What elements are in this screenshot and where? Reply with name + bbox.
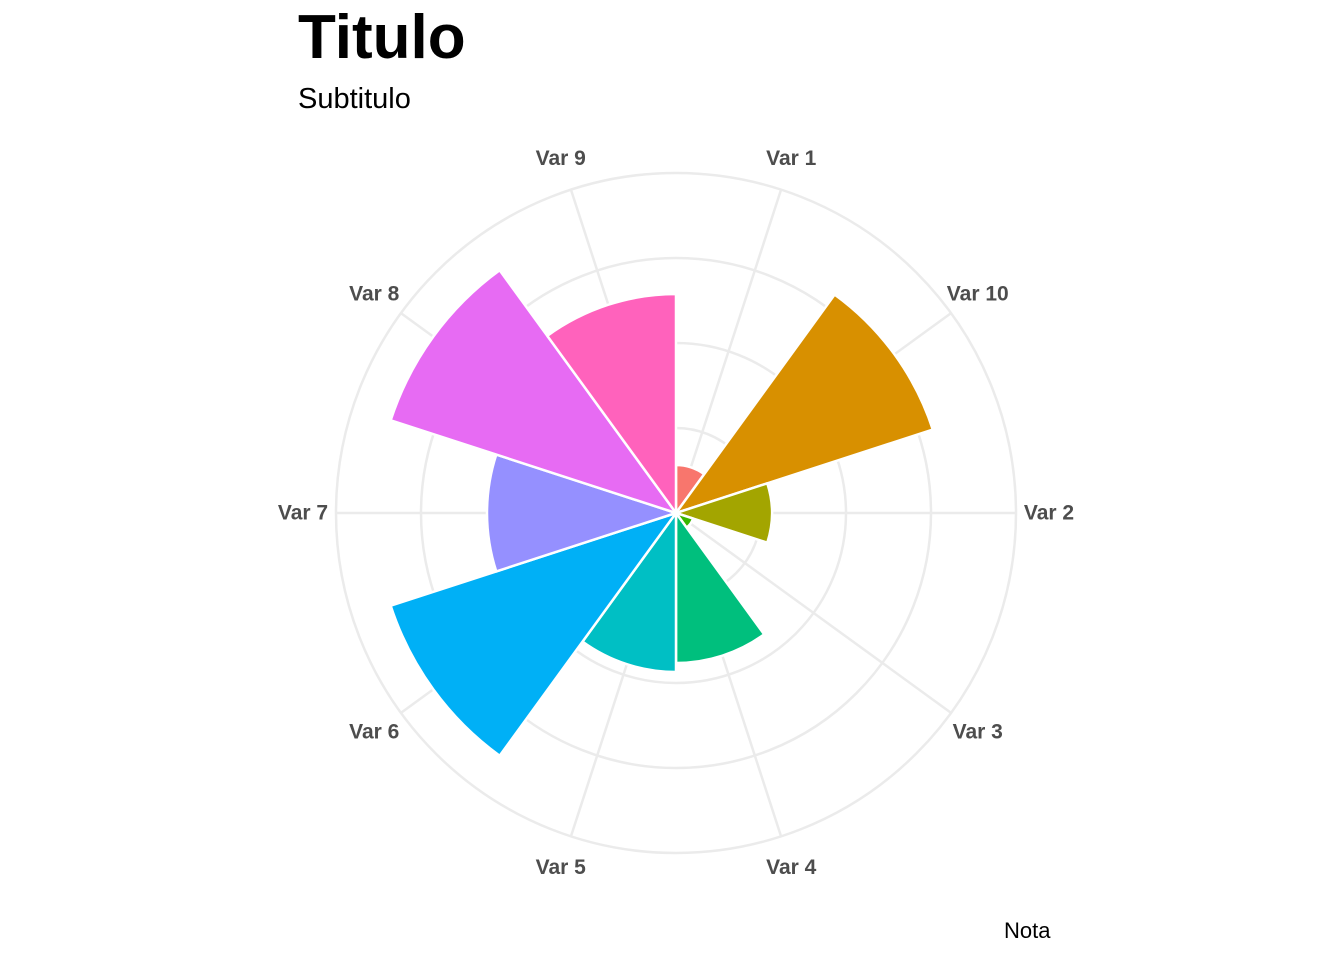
- polar-bar-chart: Var 1 Var 10 Var 2 Var 3 Var 4 Var 5 Var 6 Var …: [278, 147, 1074, 879]
- category-label: Var 2: [1024, 502, 1074, 525]
- category-label: Var 8: [349, 282, 400, 305]
- bar-var-10: [674, 293, 935, 515]
- category-label: Var 7: [278, 502, 328, 525]
- category-label: Var 6: [349, 721, 399, 744]
- category-label: Var 3: [953, 721, 1003, 744]
- category-label: Var 4: [766, 856, 817, 879]
- category-label: Var 9: [536, 147, 586, 170]
- chart-caption: Nota: [1004, 918, 1051, 943]
- category-label: Var 10: [947, 282, 1009, 305]
- category-label: Var 5: [536, 856, 587, 879]
- category-label: Var 1: [766, 147, 817, 170]
